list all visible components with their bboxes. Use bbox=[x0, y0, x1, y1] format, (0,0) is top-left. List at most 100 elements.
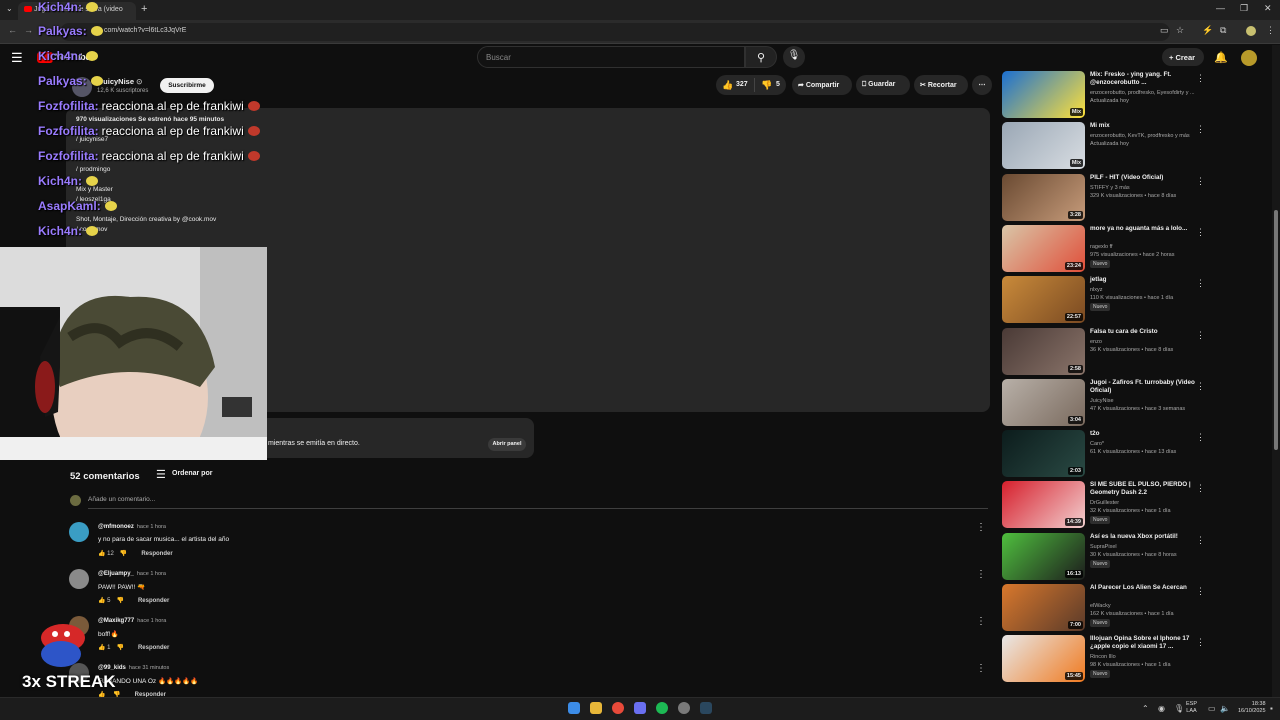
video-title[interactable]: Mi mix bbox=[1090, 122, 1200, 130]
video-more-icon[interactable]: ⋮ bbox=[1196, 586, 1205, 597]
account-avatar[interactable] bbox=[1241, 50, 1257, 66]
comment-author[interactable]: @Eljuampy_ hace 1 hora bbox=[98, 571, 166, 577]
volume-icon[interactable]: 🔈 bbox=[1220, 704, 1230, 713]
video-more-icon[interactable]: ⋮ bbox=[1196, 227, 1205, 238]
clip-button[interactable]: ✂ Recortar bbox=[914, 75, 968, 95]
network-icon[interactable]: ▭ bbox=[1208, 704, 1216, 713]
video-channel[interactable]: enzocerobutto, prodfresko, Eyesofdirty y… bbox=[1090, 89, 1205, 97]
video-more-icon[interactable]: ⋮ bbox=[1196, 73, 1205, 84]
create-button[interactable]: + Crear bbox=[1162, 48, 1204, 66]
video-more-icon[interactable]: ⋮ bbox=[1196, 483, 1205, 494]
subscribe-button[interactable]: Suscribirme bbox=[160, 78, 214, 93]
notification-icon[interactable]: ▪ bbox=[1270, 704, 1273, 713]
video-channel[interactable]: STIFFY y 3 más bbox=[1090, 184, 1205, 192]
chrome-icon[interactable] bbox=[612, 702, 624, 714]
video-title[interactable]: t2o bbox=[1090, 430, 1200, 438]
video-more-icon[interactable]: ⋮ bbox=[1196, 124, 1205, 135]
comment-more-icon[interactable]: ⋮ bbox=[976, 663, 986, 674]
puzzle-icon[interactable]: ⧉ bbox=[1220, 25, 1226, 36]
video-more-icon[interactable]: ⋮ bbox=[1196, 176, 1205, 187]
video-title[interactable]: Jugoi - Zafiros Ft. turrobaby (Video Ofi… bbox=[1090, 379, 1200, 395]
search-button[interactable]: ⚲ bbox=[745, 46, 777, 68]
tab-list-chevron-icon[interactable]: ⌄ bbox=[6, 4, 13, 13]
share-button[interactable]: ➦ Compartir bbox=[792, 75, 852, 95]
dislike-icon[interactable]: 👎 bbox=[116, 645, 123, 651]
comment-author[interactable]: @99_kids hace 31 minutos bbox=[98, 665, 169, 671]
video-channel[interactable]: Caro* bbox=[1090, 440, 1205, 448]
video-title[interactable]: Mix: Fresko - ying yang. Ft. @enzocerobu… bbox=[1090, 71, 1200, 87]
reply-button[interactable]: Responder bbox=[141, 551, 172, 557]
star-icon[interactable]: ☆ bbox=[1176, 25, 1184, 36]
tray-chevron-icon[interactable]: ⌃ bbox=[1142, 704, 1149, 713]
windows-start-icon[interactable] bbox=[568, 702, 580, 714]
comment-more-icon[interactable]: ⋮ bbox=[976, 522, 986, 533]
comment-author-name[interactable]: @mfmonoez bbox=[98, 524, 134, 530]
video-thumbnail[interactable]: 3:28 bbox=[1002, 173, 1085, 221]
add-comment-input[interactable]: Añade un comentario... bbox=[88, 496, 155, 503]
video-thumbnail[interactable]: 2:58 bbox=[1002, 327, 1085, 375]
video-thumbnail[interactable]: Mix bbox=[1002, 71, 1085, 118]
forward-icon[interactable]: → bbox=[24, 25, 33, 35]
video-more-icon[interactable]: ⋮ bbox=[1196, 330, 1205, 341]
comment-time[interactable]: hace 1 hora bbox=[137, 618, 166, 624]
open-panel-button[interactable]: Abrir panel bbox=[488, 438, 526, 451]
video-title[interactable]: Así es la nueva Xbox portátil! bbox=[1090, 533, 1200, 541]
more-actions-button[interactable]: ⋯ bbox=[972, 75, 992, 95]
video-title[interactable]: Al Parecer Los Alien Se Acercan bbox=[1090, 584, 1200, 592]
dislike-icon[interactable]: 👎 bbox=[761, 80, 772, 91]
keyboard-language[interactable]: ESP LAA bbox=[1186, 701, 1197, 715]
video-channel[interactable]: elWacky bbox=[1090, 602, 1205, 610]
video-title[interactable]: SI ME SUBE EL PULSO, PIERDO | Geometry D… bbox=[1090, 481, 1200, 497]
back-icon[interactable]: ← bbox=[8, 25, 17, 35]
minimize-icon[interactable]: — bbox=[1216, 3, 1225, 13]
microphone-tray-icon[interactable]: 🎙 bbox=[1174, 704, 1184, 713]
video-title[interactable]: PILF - HIT (Video Oficial) bbox=[1090, 174, 1200, 182]
video-channel[interactable]: JuicyNise bbox=[1090, 397, 1205, 405]
comment-more-icon[interactable]: ⋮ bbox=[976, 569, 986, 580]
video-more-icon[interactable]: ⋮ bbox=[1196, 637, 1205, 648]
dislike-icon[interactable]: 👎 bbox=[116, 598, 123, 604]
video-thumbnail[interactable]: 14:39 bbox=[1002, 481, 1085, 529]
comment-time[interactable]: hace 31 minutos bbox=[129, 665, 169, 671]
video-channel[interactable]: DrGuillester bbox=[1090, 499, 1205, 507]
plus-icon[interactable]: + bbox=[141, 3, 147, 15]
video-title[interactable]: Illojuan Opina Sobre el Iphone 17 ¿apple… bbox=[1090, 635, 1200, 651]
video-more-icon[interactable]: ⋮ bbox=[1196, 278, 1205, 289]
comment-time[interactable]: hace 1 hora bbox=[137, 571, 166, 577]
comment-author-name[interactable]: @Eljuampy_ bbox=[98, 571, 134, 577]
sort-icon[interactable]: ☰ bbox=[156, 468, 166, 481]
comment-author-name[interactable]: @Maxikg777 bbox=[98, 618, 134, 624]
video-title[interactable]: jetlag bbox=[1090, 276, 1200, 284]
dislike-icon[interactable]: 👎 bbox=[120, 551, 127, 557]
voice-search-button[interactable]: 🎙 bbox=[783, 46, 805, 68]
kebab-menu-icon[interactable]: ⋮ bbox=[1266, 25, 1275, 36]
video-channel[interactable]: nlxyz bbox=[1090, 286, 1205, 294]
bell-icon[interactable]: 🔔 bbox=[1214, 51, 1228, 64]
steam-icon[interactable] bbox=[700, 702, 712, 714]
maximize-icon[interactable]: ❐ bbox=[1240, 3, 1248, 14]
comment-author[interactable]: @Maxikg777 hace 1 hora bbox=[98, 618, 166, 624]
comment-avatar[interactable] bbox=[69, 522, 89, 542]
video-thumbnail[interactable]: 3:04 bbox=[1002, 378, 1085, 426]
like-icon[interactable]: 👍 bbox=[98, 551, 107, 557]
sort-button[interactable]: Ordenar por bbox=[172, 470, 212, 477]
video-thumbnail[interactable]: 22:57 bbox=[1002, 276, 1085, 324]
video-thumbnail[interactable]: 2:03 bbox=[1002, 430, 1085, 478]
save-button[interactable]: ⎕ Guardar bbox=[856, 75, 910, 95]
like-icon[interactable]: 👍 bbox=[98, 645, 107, 651]
comment-time[interactable]: hace 1 hora bbox=[137, 524, 166, 530]
comment-author-name[interactable]: @99_kids bbox=[98, 665, 126, 671]
video-thumbnail[interactable]: Mix bbox=[1002, 122, 1085, 170]
scrollbar-thumb[interactable] bbox=[1274, 210, 1278, 450]
video-thumbnail[interactable]: 23:24 bbox=[1002, 224, 1085, 272]
video-channel[interactable]: ragexlo ff bbox=[1090, 243, 1205, 251]
profile-avatar[interactable] bbox=[1246, 26, 1256, 36]
like-count[interactable]: 327 bbox=[736, 81, 748, 88]
tray-app-icon[interactable]: ◉ bbox=[1158, 704, 1165, 713]
video-thumbnail[interactable]: 15:45 bbox=[1002, 635, 1085, 683]
video-channel[interactable]: enzo bbox=[1090, 338, 1205, 346]
comment-more-icon[interactable]: ⋮ bbox=[976, 616, 986, 627]
reply-button[interactable]: Responder bbox=[138, 645, 169, 651]
dislike-count[interactable]: 5 bbox=[776, 81, 780, 88]
reply-button[interactable]: Responder bbox=[138, 598, 169, 604]
